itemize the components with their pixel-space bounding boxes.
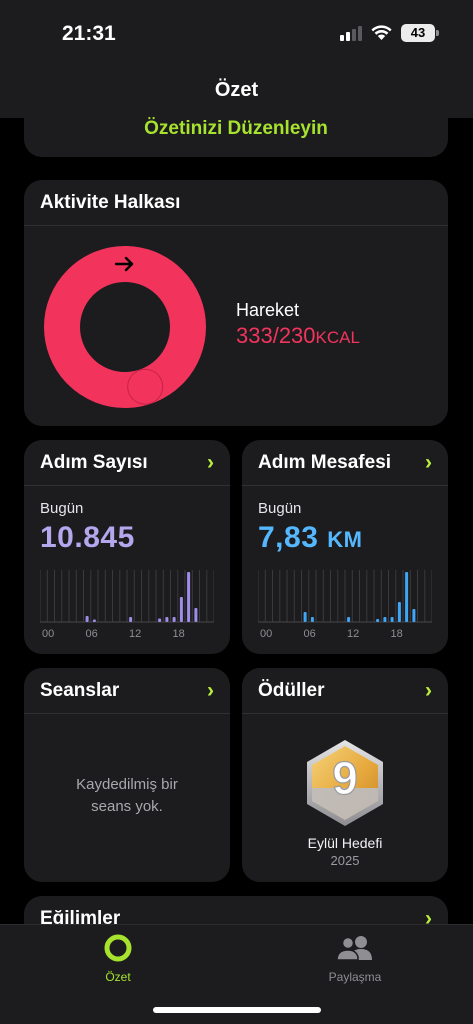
distance-chart-bar [376,619,380,622]
move-value-unit: KCAL [315,328,360,347]
award-badge-name: Eylül Hedefi [307,835,383,851]
distance-chart-tick-label: 00 [260,628,272,640]
step-count-card[interactable]: Adım Sayısı › Bugün 10.845 00 06 12 18 [24,440,230,654]
awards-header: Ödüller › [242,668,448,714]
awards-title: Ödüller [258,679,325,701]
distance-chart-bar [390,617,394,622]
home-indicator [153,1007,321,1013]
award-badge-year: 2025 [330,853,360,868]
distance-chart-bar [310,617,314,622]
move-label: Hareket [236,300,300,320]
tab-sharing-label: Paylaşma [328,970,382,984]
tab-summary-label: Özet [105,970,131,984]
step-count-title: Adım Sayısı [40,451,148,473]
wifi-icon [371,25,392,40]
chevron-right-icon: › [207,450,214,474]
move-ring-end-highlight [128,369,163,404]
step-chart-bar [85,616,89,622]
people-icon [336,936,372,961]
walking-distance-day-label: Bugün [258,500,302,517]
step-count-header: Adım Sayısı › [24,440,230,486]
walking-distance-card[interactable]: Adım Mesafesi › Bugün 7,83 KM 00 06 12 18 [242,440,448,654]
edit-summary-card: Özetinizi Düzenleyin [24,104,448,157]
step-chart-tick-label: 06 [86,628,98,640]
status-icons: 43 [340,24,439,42]
chevron-right-icon: › [425,678,432,702]
step-chart-tick-label: 00 [42,628,54,640]
status-bar: 21:31 43 [0,0,473,62]
activity-ring-icon [104,934,132,962]
walking-distance-header: Adım Mesafesi › [242,440,448,486]
step-count-value: 10.845 [40,521,135,554]
distance-chart-bar [397,602,401,622]
sessions-title: Seanslar [40,679,120,701]
step-chart-tick-label: 12 [129,628,141,640]
step-chart-bar [129,617,133,622]
sessions-empty-line-2: seans yok. [91,798,163,815]
walking-distance-value: 7,83 KM [258,521,448,555]
step-chart-bar [172,617,176,622]
move-summary: Hareket 333/230KCAL [236,300,360,349]
edit-summary-link[interactable]: Özetinizi Düzenleyin [24,118,448,140]
step-count-day-label: Bugün [40,500,84,517]
walking-distance-hourly-chart: 00 06 12 18 [258,570,432,640]
awards-card[interactable]: Ödüller › 9 Eylül Hedefi 2025 [242,668,448,882]
step-chart-bar [179,597,183,622]
step-chart-bar [165,617,169,622]
step-chart-bar [92,619,96,622]
step-chart-bar [158,618,162,622]
sessions-empty-line-1: Kaydedilmiş bir [76,776,178,793]
distance-chart-bar [405,572,409,622]
move-ring-track [44,246,206,408]
activity-ring-card[interactable]: Aktivite Halkası Hareket 333/230KCAL [24,180,448,426]
battery-indicator: 43 [401,24,439,42]
chevron-right-icon: › [425,450,432,474]
sessions-empty-message: Kaydedilmiş bir seans yok. [24,774,230,818]
tab-sharing[interactable]: Paylaşma [300,933,410,984]
walking-distance-unit: KM [327,527,363,552]
sessions-header: Seanslar › [24,668,230,714]
chevron-right-icon: › [207,678,214,702]
cellular-signal-icon [340,25,362,41]
step-chart-bar [194,608,198,622]
activity-ring-header: Aktivite Halkası [24,180,448,226]
activity-ring-title: Aktivite Halkası [40,191,181,213]
distance-chart-bar [347,617,351,622]
distance-chart-bar [303,612,307,622]
distance-chart-tick-label: 06 [304,628,316,640]
step-chart-tick-label: 18 [173,628,185,640]
walking-distance-title: Adım Mesafesi [258,451,392,473]
distance-chart-tick-label: 18 [391,628,403,640]
distance-chart-bar [412,609,416,622]
walking-distance-number: 7,83 [258,521,319,554]
distance-chart-bar [383,617,387,622]
svg-text:9: 9 [332,752,358,804]
award-badge-icon[interactable]: 9 [302,738,388,828]
move-value: 333/230KCAL [236,323,360,349]
distance-chart-tick-label: 12 [347,628,359,640]
move-value-number: 333/230 [236,323,316,348]
step-count-hourly-chart: 00 06 12 18 [40,570,214,640]
step-chart-bar [187,572,191,622]
sessions-card[interactable]: Seanslar › Kaydedilmiş bir seans yok. [24,668,230,882]
tab-summary[interactable]: Özet [63,933,173,984]
status-time: 21:31 [62,22,116,45]
move-ring [44,246,206,408]
